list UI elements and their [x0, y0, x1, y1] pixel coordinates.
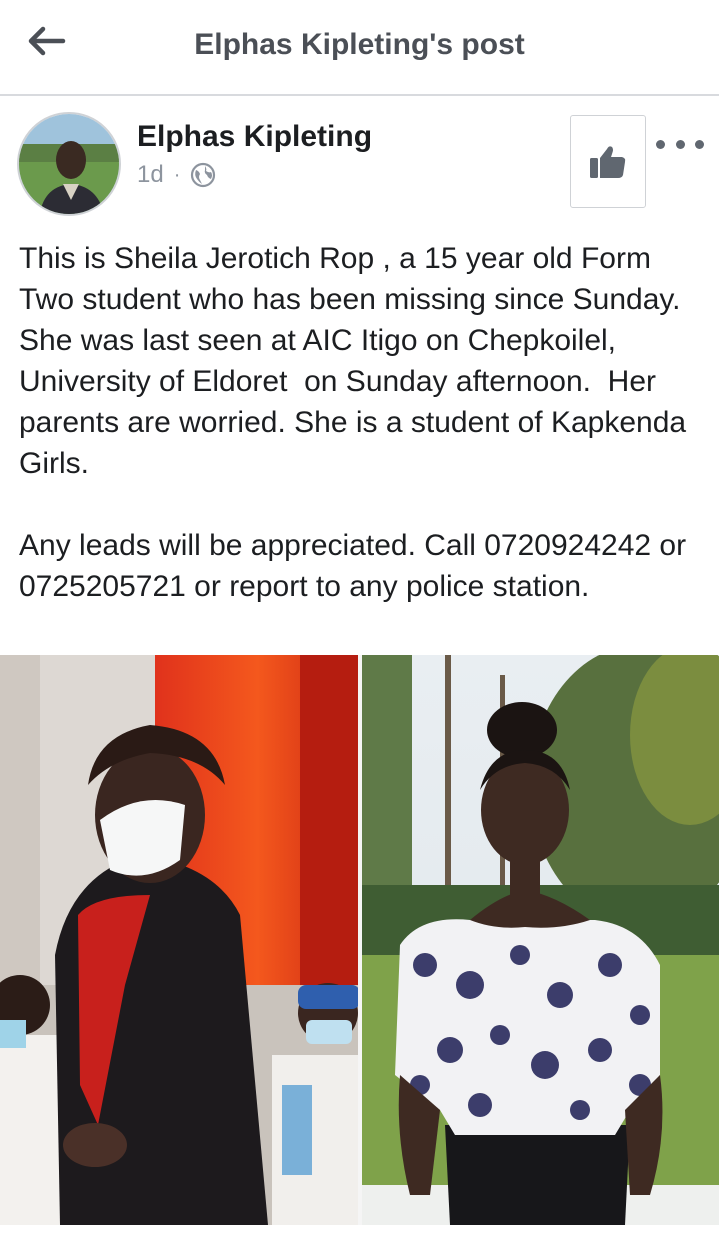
like-button[interactable] — [570, 115, 646, 208]
post-body: This is Sheila Jerotich Rop , a 15 year … — [19, 238, 699, 607]
author-name[interactable]: Elphas Kipleting — [137, 120, 372, 154]
more-options-button[interactable] — [656, 134, 704, 154]
meta-separator: · — [173, 163, 181, 186]
post-header: Elphas Kipleting 1d · — [0, 96, 719, 226]
page-title: Elphas Kipleting's post — [194, 28, 525, 61]
top-bar: Elphas Kipleting's post — [0, 0, 719, 96]
left-photo — [0, 655, 360, 1225]
thumbs-up-icon — [590, 145, 626, 178]
more-dots-icon — [656, 139, 665, 149]
post-photo[interactable] — [0, 655, 719, 1225]
avatar[interactable] — [17, 112, 121, 216]
right-photo — [362, 655, 719, 1225]
post-time[interactable]: 1d — [137, 161, 164, 189]
globe-icon — [191, 162, 216, 188]
post-paragraph: This is Sheila Jerotich Rop , a 15 year … — [19, 242, 695, 480]
post-paragraph: Any leads will be appreciated. Call 0720… — [19, 529, 695, 603]
post-meta: 1d · — [137, 160, 216, 190]
bottom-edge — [0, 1225, 719, 1238]
